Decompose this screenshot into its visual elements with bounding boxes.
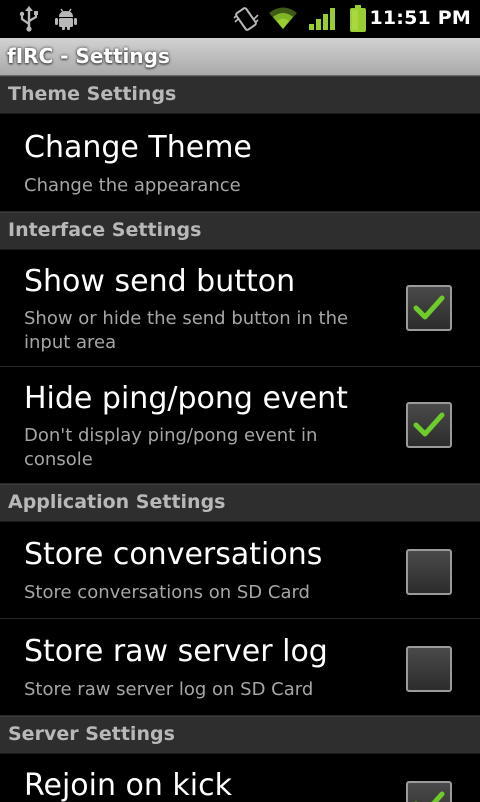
category-header: Theme Settings [8,83,177,105]
pref-title: Show send button [24,264,296,299]
rejoin-on-kick-checkbox[interactable] [406,781,452,802]
pref-title: Rejoin on kick [24,768,233,802]
show-send-button-checkbox[interactable] [406,285,452,331]
hide-ping-pong-checkbox[interactable] [406,402,452,448]
pref-hide-ping-pong[interactable]: Hide ping/pong event Don't display ping/… [0,367,480,484]
pref-summary: Show or hide the send button in the inpu… [24,308,349,353]
title-bar: fIRC - Settings [0,38,480,76]
battery-icon [350,5,366,32]
store-conversations-checkbox[interactable] [406,549,452,595]
pref-change-theme[interactable]: Change Theme Change the appearance [0,114,480,212]
pref-summary: Store conversations on SD Card [24,582,310,603]
pref-store-raw-server-log[interactable]: Store raw server log Store raw server lo… [0,619,480,716]
page-title: fIRC - Settings [7,44,170,68]
check-icon [413,295,445,320]
pref-title: Store raw server log [24,634,328,669]
category-interface-settings: Interface Settings [0,212,480,250]
usb-icon [19,6,38,32]
pref-store-conversations[interactable]: Store conversations Store conversations … [0,522,480,619]
clock: 11:51 PM [369,7,471,29]
settings-list: Theme Settings Change Theme Change the a… [0,76,480,802]
status-bar: 11:51 PM [0,0,480,38]
pref-summary: Change the appearance [24,175,241,196]
category-header: Application Settings [8,491,226,513]
pref-title: Change Theme [24,130,252,165]
pref-title: Store conversations [24,537,323,572]
pref-show-send-button[interactable]: Show send button Show or hide the send b… [0,250,480,367]
category-theme-settings: Theme Settings [0,76,480,114]
pref-summary: Don't display ping/pong event in console [24,425,318,470]
category-server-settings: Server Settings [0,716,480,754]
pref-summary: Store raw server log on SD Card [24,679,314,700]
store-raw-server-log-checkbox[interactable] [406,646,452,692]
android-debug-icon [55,8,77,30]
signal-icon [309,8,335,30]
vibrate-icon [233,7,259,31]
category-application-settings: Application Settings [0,484,480,522]
wifi-icon [269,7,297,29]
pref-rejoin-on-kick[interactable]: Rejoin on kick [0,754,480,802]
category-header: Server Settings [8,723,175,745]
pref-title: Hide ping/pong event [24,381,348,416]
check-icon [413,412,445,437]
category-header: Interface Settings [8,219,202,241]
